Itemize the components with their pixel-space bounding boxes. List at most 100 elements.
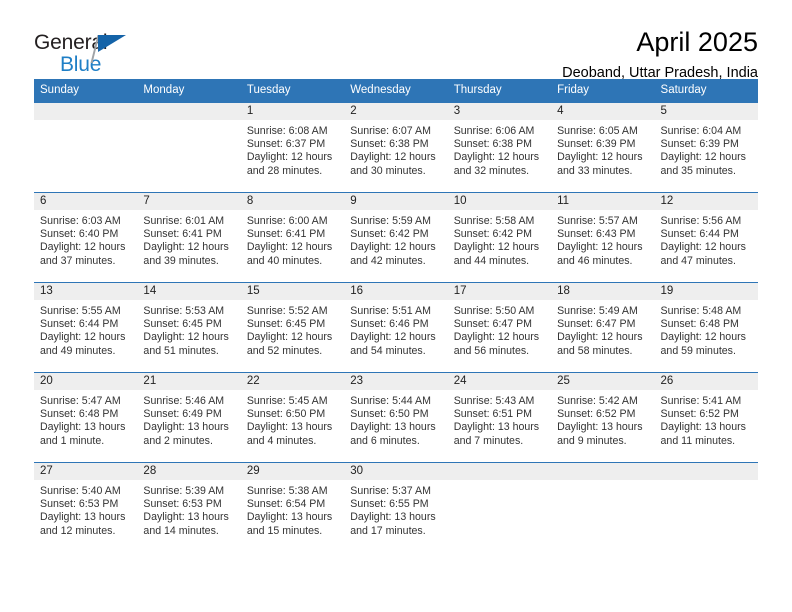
weekday-header-friday: Friday — [557, 84, 590, 96]
daylight-text-line2: and 42 minutes. — [350, 254, 426, 267]
calendar-day-cell[interactable]: 24 Sunrise: 5:43 AM Sunset: 6:51 PM Dayligh… — [447, 372, 552, 462]
daylight-text-line2: and 54 minutes. — [350, 344, 426, 357]
day-details: Sunrise: 6:00 AM Sunset: 6:41 PM Daylight:… — [241, 210, 344, 282]
day-details: Sunrise: 5:44 AM Sunset: 6:50 PM Daylight:… — [344, 390, 447, 462]
daylight-text-line2: and 14 minutes. — [143, 524, 219, 537]
day-number — [34, 102, 138, 120]
calendar-day-cell[interactable]: 8 Sunrise: 6:00 AM Sunset: 6:41 PM Daylight… — [240, 192, 345, 282]
day-details: Sunrise: 5:38 AM Sunset: 6:54 PM Daylight:… — [241, 480, 344, 552]
calendar-day-cell[interactable]: 20 Sunrise: 5:47 AM Sunset: 6:48 PM Dayligh… — [34, 372, 138, 462]
daylight-text-line2: and 35 minutes. — [660, 164, 736, 177]
daylight-text-line1: Daylight: 13 hours — [143, 421, 229, 434]
calendar-day-cell[interactable]: 22 Sunrise: 5:45 AM Sunset: 6:50 PM Dayligh… — [240, 372, 345, 462]
calendar-day-cell[interactable]: 3 Sunrise: 6:06 AM Sunset: 6:38 PM Daylight… — [447, 102, 552, 192]
day-number: 19 — [654, 282, 758, 300]
daylight-text-line1: Daylight: 13 hours — [350, 511, 436, 524]
calendar-day-cell[interactable]: 30 Sunrise: 5:37 AM Sunset: 6:55 PM Dayligh… — [344, 462, 448, 552]
calendar-day-cell[interactable]: 7 Sunrise: 6:01 AM Sunset: 6:41 PM Daylight… — [137, 192, 241, 282]
daylight-text-line1: Daylight: 12 hours — [660, 151, 746, 164]
day-number: 4 — [551, 102, 655, 120]
calendar-day-cell[interactable]: 10 Sunrise: 5:58 AM Sunset: 6:42 PM Dayligh… — [447, 192, 552, 282]
sunset-text: Sunset: 6:44 PM — [660, 228, 739, 241]
calendar-day-cell[interactable]: 9 Sunrise: 5:59 AM Sunset: 6:42 PM Daylight… — [344, 192, 448, 282]
calendar-day-cell-empty — [137, 102, 241, 192]
sunrise-text: Sunrise: 5:37 AM — [350, 484, 431, 497]
calendar-day-cell[interactable]: 13 Sunrise: 5:55 AM Sunset: 6:44 PM Dayligh… — [34, 282, 138, 372]
daylight-text-line2: and 28 minutes. — [246, 164, 323, 177]
calendar-day-cell[interactable]: 1 Sunrise: 6:08 AM Sunset: 6:37 PM Daylight… — [240, 102, 345, 192]
calendar-day-cell[interactable]: 28 Sunrise: 5:39 AM Sunset: 6:53 PM Dayligh… — [137, 462, 241, 552]
daylight-text-line1: Daylight: 13 hours — [350, 421, 436, 434]
daylight-text-line2: and 37 minutes. — [40, 254, 116, 267]
sunrise-text: Sunrise: 5:53 AM — [143, 304, 225, 317]
sunrise-text: Sunrise: 6:08 AM — [246, 124, 328, 137]
day-details: Sunrise: 5:41 AM Sunset: 6:52 PM Daylight:… — [655, 390, 758, 462]
day-number: 5 — [654, 102, 758, 120]
calendar-day-cell[interactable]: 16 Sunrise: 5:51 AM Sunset: 6:46 PM Dayligh… — [344, 282, 448, 372]
calendar-day-cell[interactable]: 25 Sunrise: 5:42 AM Sunset: 6:52 PM Dayligh… — [551, 372, 655, 462]
sunset-text: Sunset: 6:47 PM — [557, 318, 636, 331]
daylight-text-line2: and 1 minute. — [40, 434, 105, 447]
daylight-text-line1: Daylight: 12 hours — [350, 151, 436, 164]
sunset-text: Sunset: 6:53 PM — [143, 498, 222, 511]
day-number: 23 — [344, 372, 448, 390]
calendar-day-cell[interactable]: 6 Sunrise: 6:03 AM Sunset: 6:40 PM Daylight… — [34, 192, 138, 282]
daylight-text-line1: Daylight: 13 hours — [557, 421, 643, 434]
calendar-day-cell[interactable]: 26 Sunrise: 5:41 AM Sunset: 6:52 PM Dayligh… — [654, 372, 758, 462]
sunset-text: Sunset: 6:39 PM — [660, 138, 739, 151]
calendar-day-cell[interactable]: 4 Sunrise: 6:05 AM Sunset: 6:39 PM Daylight… — [551, 102, 655, 192]
daylight-text-line2: and 7 minutes. — [453, 434, 524, 447]
sunrise-text: Sunrise: 5:40 AM — [40, 484, 121, 497]
calendar-day-cell[interactable]: 12 Sunrise: 5:56 AM Sunset: 6:44 PM Dayligh… — [654, 192, 758, 282]
calendar-day-cell[interactable]: 5 Sunrise: 6:04 AM Sunset: 6:39 PM Daylight… — [654, 102, 758, 192]
daylight-text-line2: and 40 minutes. — [246, 254, 323, 267]
day-details: Sunrise: 5:48 AM Sunset: 6:48 PM Daylight:… — [655, 300, 758, 372]
daylight-text-line1: Daylight: 12 hours — [40, 241, 126, 254]
day-number: 12 — [654, 192, 758, 210]
sunrise-text: Sunrise: 6:07 AM — [350, 124, 431, 137]
calendar-day-cell[interactable]: 23 Sunrise: 5:44 AM Sunset: 6:50 PM Dayligh… — [344, 372, 448, 462]
day-details: Sunrise: 5:57 AM Sunset: 6:43 PM Daylight:… — [551, 210, 654, 282]
day-details: Sunrise: 6:05 AM Sunset: 6:39 PM Daylight:… — [551, 120, 654, 192]
day-number — [137, 102, 241, 120]
daylight-text-line2: and 2 minutes. — [143, 434, 213, 447]
calendar-week-row: 20 Sunrise: 5:47 AM Sunset: 6:48 PM Dayligh… — [34, 372, 758, 463]
daylight-text-line2: and 17 minutes. — [350, 524, 426, 537]
weekday-header-wednesday: Wednesday — [350, 84, 411, 96]
calendar-day-cell[interactable]: 11 Sunrise: 5:57 AM Sunset: 6:43 PM Dayligh… — [551, 192, 655, 282]
day-details: Sunrise: 5:55 AM Sunset: 6:44 PM Daylight:… — [34, 300, 137, 372]
daylight-text-line1: Daylight: 12 hours — [660, 331, 746, 344]
sunrise-text: Sunrise: 5:43 AM — [453, 394, 535, 407]
daylight-text-line2: and 9 minutes. — [557, 434, 627, 447]
day-number: 9 — [344, 192, 448, 210]
day-number: 27 — [34, 462, 138, 480]
day-number: 30 — [344, 462, 448, 480]
sunset-text: Sunset: 6:47 PM — [453, 318, 533, 331]
daylight-text-line2: and 47 minutes. — [660, 254, 736, 267]
calendar-day-cell[interactable]: 14 Sunrise: 5:53 AM Sunset: 6:45 PM Dayligh… — [137, 282, 241, 372]
sunset-text: Sunset: 6:55 PM — [350, 498, 429, 511]
sunset-text: Sunset: 6:41 PM — [143, 228, 222, 241]
calendar-day-cell[interactable]: 2 Sunrise: 6:07 AM Sunset: 6:38 PM Daylight… — [344, 102, 448, 192]
sunset-text: Sunset: 6:46 PM — [350, 318, 429, 331]
sunset-text: Sunset: 6:37 PM — [246, 138, 326, 151]
sunset-text: Sunset: 6:50 PM — [350, 408, 429, 421]
sunset-text: Sunset: 6:40 PM — [40, 228, 119, 241]
calendar-day-cell[interactable]: 27 Sunrise: 5:40 AM Sunset: 6:53 PM Dayligh… — [34, 462, 138, 552]
calendar-day-cell[interactable]: 19 Sunrise: 5:48 AM Sunset: 6:48 PM Dayligh… — [654, 282, 758, 372]
calendar-day-cell[interactable]: 17 Sunrise: 5:50 AM Sunset: 6:47 PM Dayligh… — [447, 282, 552, 372]
calendar-day-cell[interactable]: 29 Sunrise: 5:38 AM Sunset: 6:54 PM Dayligh… — [240, 462, 345, 552]
daylight-text-line2: and 15 minutes. — [246, 524, 323, 537]
general-blue-logo[interactable]: General Blue — [34, 26, 154, 84]
day-details: Sunrise: 5:59 AM Sunset: 6:42 PM Daylight:… — [344, 210, 447, 282]
calendar-day-cell[interactable]: 15 Sunrise: 5:52 AM Sunset: 6:45 PM Dayligh… — [240, 282, 345, 372]
day-details: Sunrise: 6:03 AM Sunset: 6:40 PM Daylight:… — [34, 210, 137, 282]
daylight-text-line1: Daylight: 12 hours — [660, 241, 746, 254]
sunset-text: Sunset: 6:45 PM — [246, 318, 326, 331]
sunset-text: Sunset: 6:38 PM — [350, 138, 429, 151]
calendar-day-cell[interactable]: 21 Sunrise: 5:46 AM Sunset: 6:49 PM Dayligh… — [137, 372, 241, 462]
day-number — [447, 462, 552, 480]
sunset-text: Sunset: 6:43 PM — [557, 228, 636, 241]
page-title: April 2025 — [636, 27, 758, 57]
calendar-day-cell[interactable]: 18 Sunrise: 5:49 AM Sunset: 6:47 PM Dayligh… — [551, 282, 655, 372]
